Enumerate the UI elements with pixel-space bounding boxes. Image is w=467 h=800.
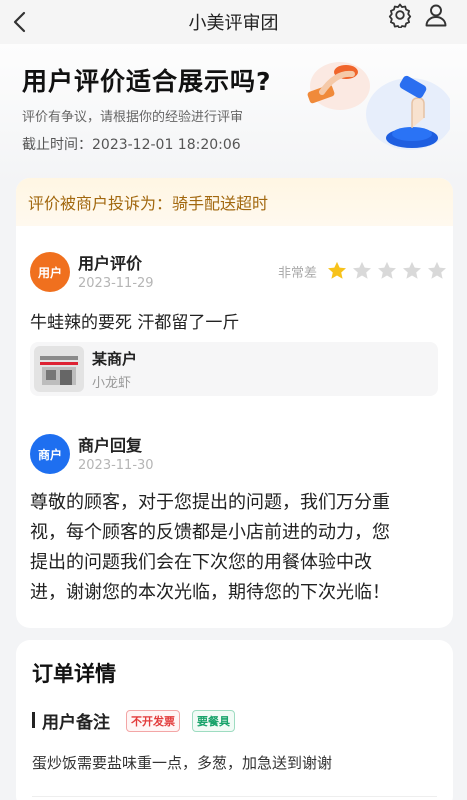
reply-line: 进，谢谢您的本次光临，期待您的下次光临！ (30, 582, 390, 603)
user-icon[interactable] (423, 2, 449, 28)
user-review-date: 2023-11-29 (78, 276, 154, 291)
reply-line: 提出的问题我们会在下次您的用餐体验中改 (30, 552, 372, 573)
merchant-info[interactable]: 某商户 小龙虾 (30, 342, 438, 396)
star-empty-icon (353, 261, 371, 279)
user-review-section: 用户 用户评价 2023-11-29 非常差 牛蛙辣的要死 汗都留了一斤 某商户… (16, 248, 453, 428)
voting-illustration (300, 54, 454, 154)
merchant-reply-title: 商户回复 (78, 436, 143, 455)
complaint-banner: 评价被商户投诉为：骑手配送超时 (16, 178, 453, 226)
page-title: 小美评审团 (188, 13, 279, 34)
top-nav-bar: 小美评审团 (0, 0, 467, 44)
user-review-title: 用户评价 (78, 254, 143, 273)
star-rating (326, 260, 448, 282)
star-filled-icon (328, 261, 346, 279)
user-avatar: 用户 (30, 252, 70, 292)
rating-label: 非常差 (278, 266, 318, 281)
need-utensils-tag: 要餐具 (192, 710, 235, 732)
gear-icon[interactable] (387, 2, 413, 30)
merchant-reply-section: 商户 商户回复 2023-11-30 尊敬的顾客，对于您提出的问题，我们万分重 … (16, 430, 453, 620)
merchant-category: 小龙虾 (92, 376, 132, 391)
user-remark-label: 用户备注 (42, 713, 110, 733)
review-deadline: 截止时间：2023-12-01 18:20:06 (22, 137, 241, 153)
chevron-left-icon[interactable] (12, 6, 36, 38)
merchant-reply-date: 2023-11-30 (78, 458, 154, 473)
section-marker (32, 712, 35, 728)
user-review-comment: 牛蛙辣的要死 汗都留了一斤 (30, 313, 240, 333)
star-empty-icon (378, 261, 396, 279)
merchant-name: 某商户 (92, 350, 138, 368)
review-question: 用户评价适合展示吗? (22, 67, 272, 96)
review-card: 评价被商户投诉为：骑手配送超时 用户 用户评价 2023-11-29 非常差 牛… (16, 178, 453, 628)
order-details-card: 订单详情 用户备注 不开发票 要餐具 蛋炒饭需要盐味重一点，多葱，加急送到谢谢 (16, 640, 453, 800)
store-icon (34, 346, 84, 392)
hero-section: 用户评价适合展示吗? 评价有争议，请根据你的经验进行评审 截止时间：2023-1… (0, 44, 467, 184)
order-note: 蛋炒饭需要盐味重一点，多葱，加急送到谢谢 (32, 754, 333, 772)
reply-line: 视，每个顾客的反馈都是小店前进的动力，您 (30, 522, 390, 543)
order-details-title: 订单详情 (32, 662, 116, 686)
star-empty-icon (403, 261, 421, 279)
reply-line: 尊敬的顾客，对于您提出的问题，我们万分重 (30, 492, 390, 513)
divider (32, 796, 437, 797)
merchant-avatar: 商户 (30, 434, 70, 474)
review-instruction: 评价有争议，请根据你的经验进行评审 (22, 110, 244, 125)
no-invoice-tag: 不开发票 (126, 710, 180, 732)
merchant-reply-text: 尊敬的顾客，对于您提出的问题，我们万分重 视，每个顾客的反馈都是小店前进的动力，… (30, 488, 440, 608)
star-empty-icon (428, 261, 446, 279)
